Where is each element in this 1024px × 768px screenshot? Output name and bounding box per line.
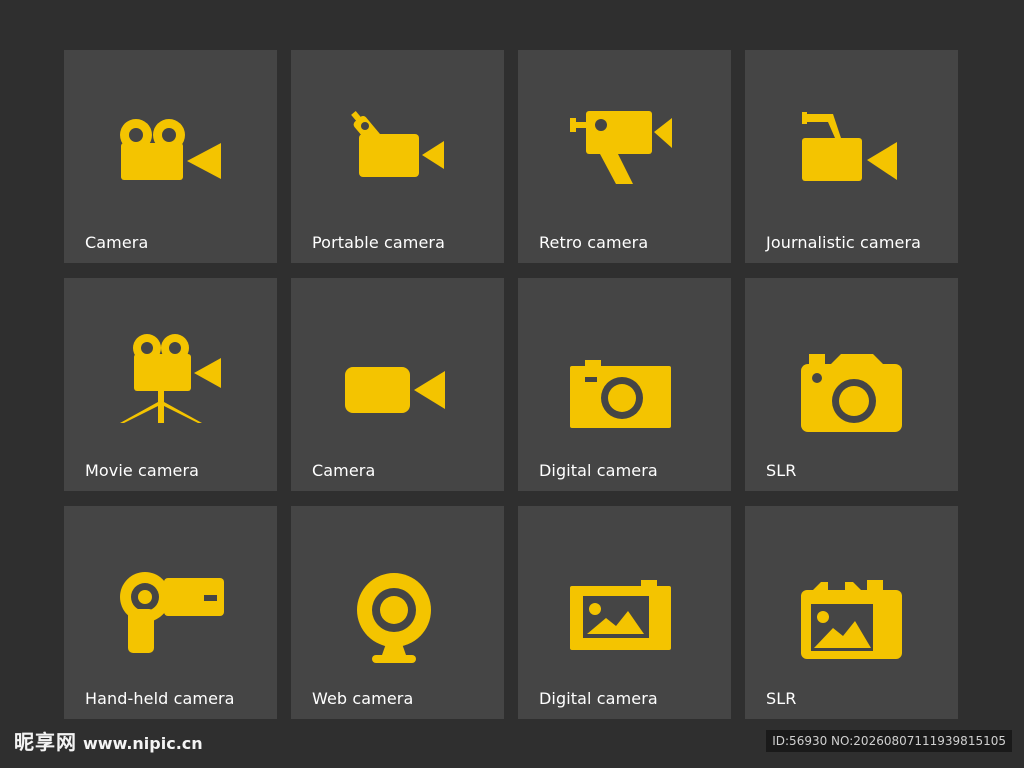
tile-hand-held-camera[interactable]: Hand-held camera (64, 506, 277, 719)
tile-label: Digital camera (539, 689, 658, 708)
tile-slr[interactable]: SLR (745, 278, 958, 491)
tile-web-camera[interactable]: Web camera (291, 506, 504, 719)
tile-label: SLR (766, 689, 797, 708)
movie-camera-tripod-icon (119, 334, 221, 423)
tile-movie-camera[interactable]: Movie camera (64, 278, 277, 491)
tile-digital-camera[interactable]: Digital camera (518, 278, 731, 491)
tile-label: Web camera (312, 689, 414, 708)
watermark-logo-cn: 昵享网 (14, 730, 77, 754)
portable-camera-icon (350, 111, 444, 177)
tile-journalistic-camera[interactable]: Journalistic camera (745, 50, 958, 263)
digital-camera-photo-icon (569, 580, 671, 650)
slr-camera-icon (800, 354, 902, 432)
watermark-logo: 昵享网 www.nipic.cn (14, 731, 203, 755)
tile-video-camera[interactable]: Camera (291, 278, 504, 491)
tile-digital-camera-photo[interactable]: Digital camera (518, 506, 731, 719)
journalistic-camera-icon (801, 112, 897, 181)
icon-grid: Camera Portable camera Retro camera Jour… (64, 50, 960, 719)
tile-retro-camera[interactable]: Retro camera (518, 50, 731, 263)
tile-label: Journalistic camera (766, 233, 922, 252)
digital-camera-icon (569, 360, 671, 428)
tile-label: SLR (766, 461, 797, 480)
tile-label: Camera (312, 461, 376, 480)
movie-camera-icon (119, 119, 221, 180)
watermark-id: ID:56930 NO:20260807111939815105 (766, 730, 1012, 752)
tile-label: Retro camera (539, 233, 649, 252)
tile-label: Portable camera (312, 233, 445, 252)
tile-camera[interactable]: Camera (64, 50, 277, 263)
tile-label: Movie camera (85, 461, 200, 480)
tile-slr-photo[interactable]: SLR (745, 506, 958, 719)
tile-label: Hand-held camera (85, 689, 235, 708)
hand-held-camera-icon (119, 572, 224, 653)
slr-photo-icon (800, 580, 902, 659)
tile-label: Digital camera (539, 461, 658, 480)
web-camera-icon (356, 573, 431, 663)
video-camera-icon (344, 367, 445, 413)
retro-camera-icon (569, 111, 672, 184)
tile-portable-camera[interactable]: Portable camera (291, 50, 504, 263)
watermark-site: www.nipic.cn (83, 734, 203, 753)
tile-label: Camera (85, 233, 149, 252)
